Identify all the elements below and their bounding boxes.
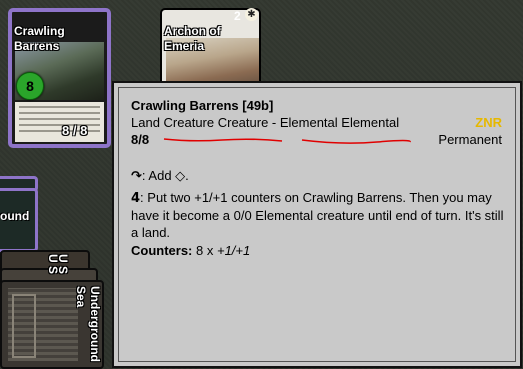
card-text-box — [15, 102, 104, 142]
card-tooltip: Crawling Barrens [49b] Land Creature Cre… — [112, 81, 522, 368]
card-title: Archon of Emeria — [164, 24, 221, 53]
land-title: Underground Sea — [74, 286, 102, 362]
counter-badge: 8 — [16, 72, 44, 100]
ability-mana: ↷: Add ◇. — [131, 168, 189, 184]
tooltip-card-name: Crawling Barrens [49b] — [131, 98, 274, 113]
land-title-fragment: U S — [56, 254, 70, 275]
tooltip-set-code: ZNR — [475, 115, 502, 130]
count-badge: 2 — [234, 9, 241, 23]
card-title-fragment: ound — [0, 209, 30, 223]
tooltip-card-kind: Permanent — [438, 132, 502, 147]
ability-animate: 4: Put two +1/+1 counters on Crawling Ba… — [131, 190, 504, 240]
tooltip-power-toughness: 8/8 — [131, 132, 150, 147]
sun-icon: ✱ — [245, 8, 258, 21]
counters-line: Counters: 8 x +1/+1 — [131, 243, 251, 258]
power-toughness: 8 / 8 — [62, 123, 88, 138]
card-title: Crawling Barrens — [14, 24, 65, 53]
tooltip-type-line: Land Creature Creature - Elemental Eleme… — [131, 115, 400, 130]
card-frame — [12, 294, 36, 358]
colorless-mana-icon: ◇ — [175, 169, 186, 184]
mana-cost-4: 4 — [131, 191, 141, 206]
tap-symbol-icon: ↷ — [131, 169, 142, 184]
red-underline-annotation — [163, 138, 411, 144]
